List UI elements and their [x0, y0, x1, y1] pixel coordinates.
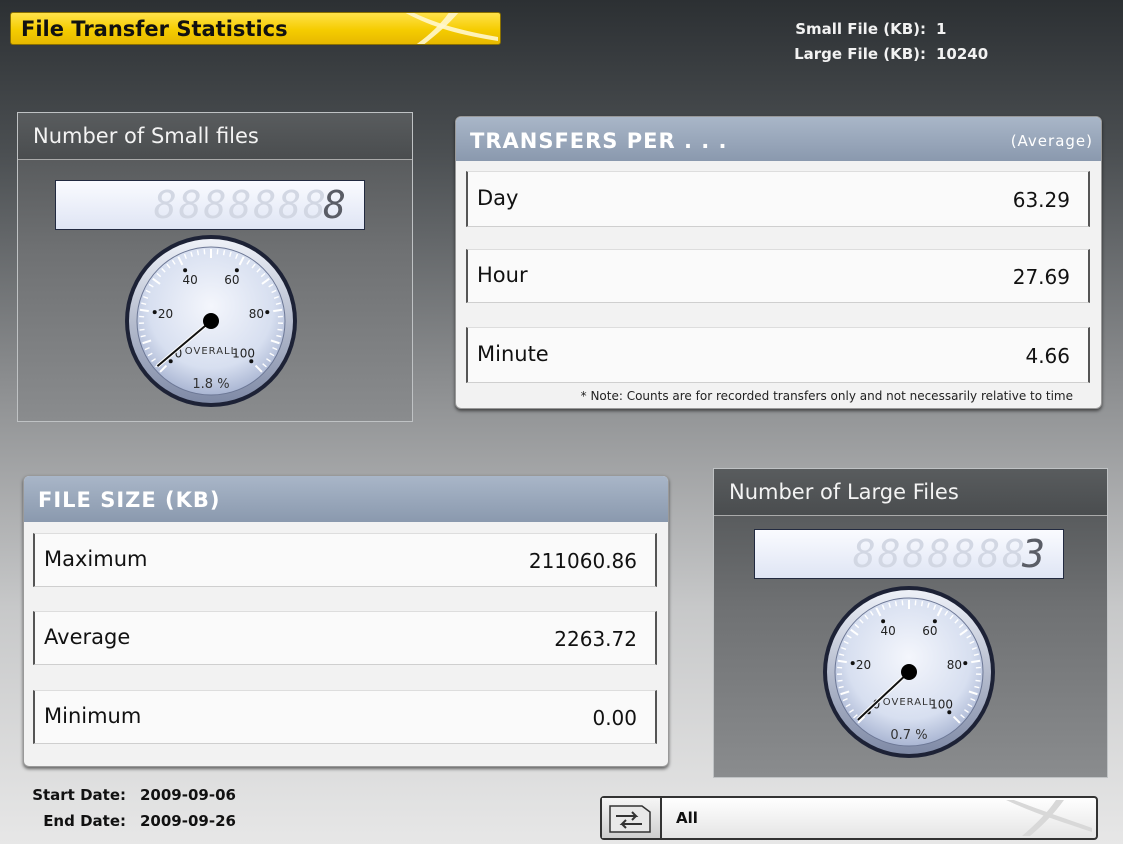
page-title: File Transfer Statistics — [21, 17, 288, 41]
small-file-label: Small File (KB): — [795, 20, 926, 38]
gauge-tick — [975, 679, 981, 682]
small-files-title: Number of Small files — [18, 113, 412, 160]
date-range: Start Date: 2009-09-06 End Date: 2009-09-2… — [18, 786, 236, 838]
start-date-value: 2009-09-06 — [140, 786, 236, 804]
row-label: Day — [477, 185, 519, 210]
gauge-major-dot — [183, 268, 188, 273]
gauge-tick — [196, 250, 200, 256]
row-value: 211060.86 — [528, 549, 637, 574]
small-files-gauge: 02040 6080100OVERALL1.8 % — [125, 235, 297, 407]
gauge-tick — [273, 308, 283, 313]
start-date: Start Date: 2009-09-06 — [18, 786, 236, 812]
transfers-row-day: Day 63.29 — [466, 171, 1090, 227]
large-files-count: 3 — [1022, 532, 1047, 576]
gauge-tick-label: 40 — [182, 273, 197, 287]
transfers-title: TRANSFERS PER . . . — [470, 129, 728, 153]
gauge-tick — [837, 679, 843, 682]
gauge-tick-label: 80 — [947, 658, 962, 672]
row-label: Average — [44, 624, 131, 649]
gauge-major-dot — [152, 310, 157, 315]
start-date-label: Start Date: — [32, 786, 126, 804]
large-file-label: Large File (KB): — [794, 45, 926, 63]
gauge-tick — [139, 328, 145, 331]
row-value: 4.66 — [1025, 344, 1070, 369]
filter-label[interactable]: All — [676, 809, 698, 827]
large-files-gauge: 020406080100OVERALL0.7 % — [823, 586, 995, 758]
end-date-value: 2009-09-26 — [140, 812, 236, 830]
gauge-major-dot — [265, 310, 270, 315]
gauge-caption: OVERALL — [883, 697, 935, 708]
large-file-value: 10240 — [936, 45, 989, 63]
gauge-percent: 0.7 % — [890, 728, 927, 743]
gauge-tick-label: 60 — [922, 624, 937, 638]
lcd-ghost-digits: 8888888 — [153, 183, 328, 227]
transfers-note: * Note: Counts are for recorded transfer… — [580, 389, 1073, 403]
gauge-major-dot — [168, 359, 173, 364]
transfers-card: TRANSFERS PER . . . (Average) Day 63.29 … — [455, 116, 1102, 409]
swap-arrows-folder-icon[interactable] — [602, 798, 662, 838]
filter-selector[interactable]: All — [600, 796, 1098, 840]
gauge-tick-label: 40 — [880, 624, 895, 638]
gauge-tick — [222, 250, 226, 256]
gauge-tick — [837, 659, 847, 664]
large-files-counter: 8888888 3 — [754, 529, 1064, 579]
row-label: Minimum — [44, 703, 142, 728]
large-files-panel: Number of Large Files 8888888 3 02040608… — [713, 468, 1108, 778]
gauge-major-dot — [234, 268, 239, 273]
gauge-caption: OVERALL — [185, 346, 237, 357]
large-file-threshold: Large File (KB): 10240 — [760, 45, 988, 63]
row-value: 27.69 — [1012, 265, 1070, 290]
small-file-threshold: Small File (KB): 1 — [760, 20, 946, 38]
gauge-major-dot — [850, 661, 855, 666]
file-size-card: FILE SIZE (KB) Maximum 211060.86 Average… — [23, 475, 669, 767]
gauge-tick — [277, 328, 283, 331]
gauge-tick-label: 80 — [249, 307, 264, 321]
lcd-ghost-digits: 8888888 — [852, 532, 1027, 576]
small-files-panel: Number of Small files 8888888 8 0 20 40 60 8… — [17, 112, 413, 422]
row-label: Hour — [477, 262, 528, 287]
transfers-subtitle: (Average) — [1010, 132, 1093, 150]
gauge-tick — [920, 601, 924, 607]
x-logo-icon — [405, 13, 498, 44]
gauge-percent: 1.8 % — [192, 377, 229, 392]
gauge-tick-label: 60 — [224, 273, 239, 287]
small-files-count: 8 — [323, 183, 348, 227]
large-files-title: Number of Large Files — [714, 469, 1107, 516]
gauge-major-dot — [881, 619, 886, 624]
file-size-row-average: Average 2263.72 — [33, 611, 657, 665]
row-value: 2263.72 — [554, 627, 637, 652]
gauge-major-dot — [932, 619, 937, 624]
gauge-tick-label: 20 — [158, 307, 173, 321]
gauge-tick-label: 20 — [856, 658, 871, 672]
small-files-counter: 8888888 8 — [55, 180, 365, 230]
row-label: Minute — [477, 341, 549, 366]
x-logo-icon — [1006, 800, 1092, 836]
file-size-row-minimum: Minimum 0.00 — [33, 690, 657, 744]
row-value: 0.00 — [592, 706, 637, 731]
gauge-major-dot — [963, 661, 968, 666]
end-date: End Date: 2009-09-26 — [18, 812, 236, 838]
file-size-title: FILE SIZE (KB) — [24, 476, 668, 522]
gauge-hub — [901, 664, 917, 680]
file-size-row-maximum: Maximum 211060.86 — [33, 533, 657, 587]
title-banner: File Transfer Statistics — [10, 12, 501, 45]
gauge-tick — [971, 659, 981, 664]
transfers-row-minute: Minute 4.66 — [466, 327, 1090, 383]
gauge-tick — [139, 308, 149, 313]
transfers-row-hour: Hour 27.69 — [466, 249, 1090, 303]
end-date-label: End Date: — [43, 812, 126, 830]
gauge-tick — [894, 601, 898, 607]
transfers-header: TRANSFERS PER . . . (Average) — [456, 117, 1101, 161]
small-file-value: 1 — [936, 20, 947, 38]
row-label: Maximum — [44, 546, 148, 571]
gauge-hub — [203, 313, 219, 329]
row-value: 63.29 — [1012, 188, 1070, 213]
